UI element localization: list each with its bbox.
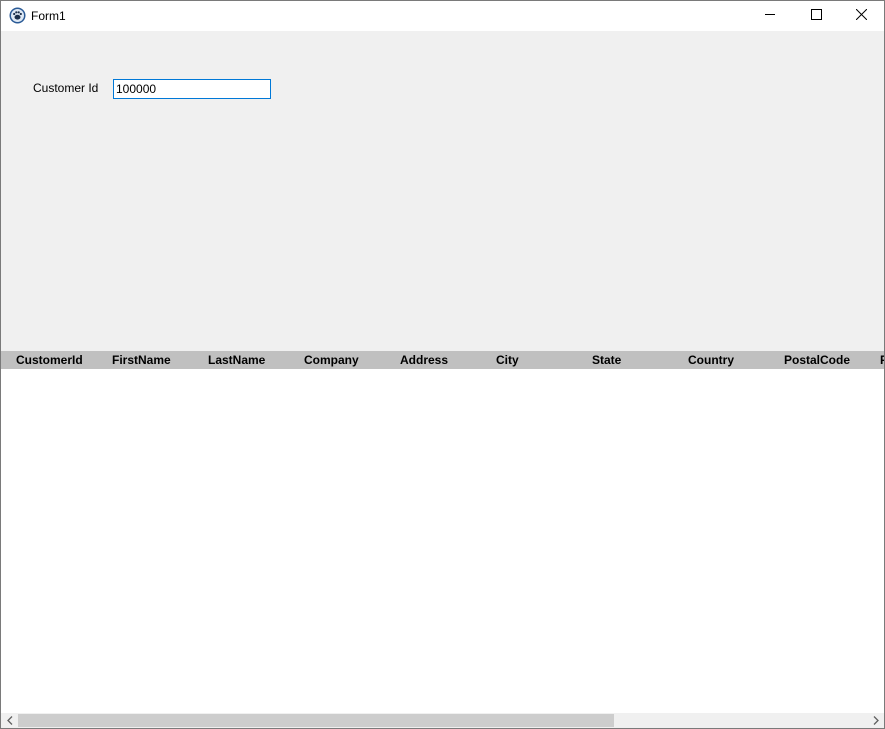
- scroll-thumb[interactable]: [18, 714, 614, 727]
- chevron-right-icon: [873, 712, 879, 729]
- form-client-area: Customer Id CustomerIdFirstNameLastNameC…: [1, 31, 884, 728]
- close-icon: [855, 7, 867, 25]
- maximize-button[interactable]: [793, 1, 839, 31]
- main-window: Form1 Customer Id CustomerIdFirstNameLas…: [0, 0, 885, 729]
- column-header[interactable]: Company: [289, 351, 385, 369]
- title-bar[interactable]: Form1: [1, 1, 884, 31]
- paw-icon[interactable]: [9, 7, 26, 24]
- customer-data-grid[interactable]: CustomerId FirstName LastName Company Addres…: [1, 351, 884, 713]
- scroll-left-button[interactable]: [1, 713, 18, 728]
- column-header[interactable]: FirstName: [97, 351, 193, 369]
- maximize-icon: [810, 7, 822, 25]
- column-header[interactable]: PostalCode: [769, 351, 865, 369]
- grid-header-row: CustomerId FirstName LastName Company Addres…: [1, 351, 884, 369]
- column-header[interactable]: LastName: [193, 351, 289, 369]
- horizontal-scrollbar[interactable]: [1, 713, 884, 728]
- window-title: Form1: [31, 9, 66, 23]
- chevron-left-icon: [6, 712, 13, 729]
- customer-id-label: Customer Id: [33, 81, 99, 95]
- column-header[interactable]: State: [577, 351, 673, 369]
- scroll-right-button[interactable]: [867, 713, 884, 728]
- column-header[interactable]: Address: [385, 351, 481, 369]
- customer-id-input[interactable]: [113, 79, 271, 99]
- minimize-icon: [764, 7, 776, 25]
- minimize-button[interactable]: [747, 1, 793, 31]
- column-header[interactable]: City: [481, 351, 577, 369]
- column-header[interactable]: Country: [673, 351, 769, 369]
- column-header[interactable]: CustomerId: [1, 351, 97, 369]
- column-header[interactable]: P: [865, 351, 884, 369]
- close-button[interactable]: [838, 1, 884, 31]
- grid-body[interactable]: [1, 369, 884, 713]
